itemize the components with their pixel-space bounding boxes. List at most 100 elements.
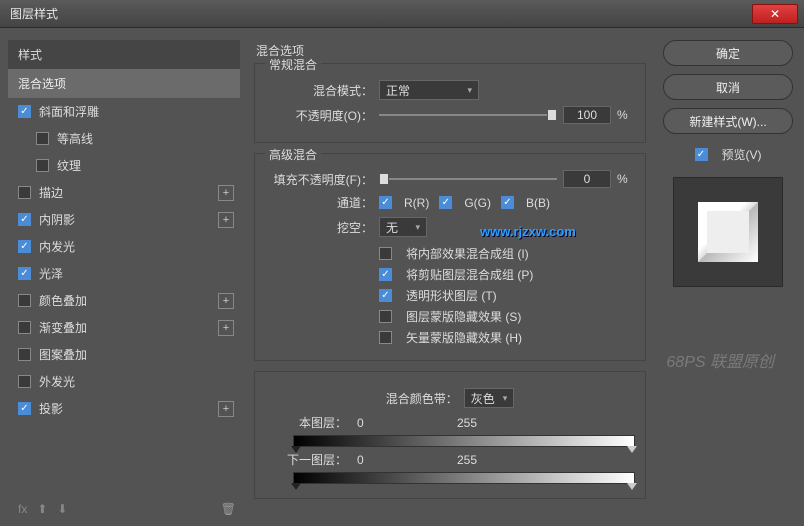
titlebar: 图层样式 ✕ [0,0,804,28]
normal-blend-legend: 常规混合 [265,56,321,73]
style-row-2[interactable]: 纹理 [8,152,240,179]
preview-checkbox[interactable] [695,148,708,161]
style-row-1[interactable]: 等高线 [8,125,240,152]
blend-mode-label: 混合模式： [265,82,373,99]
style-row-9[interactable]: 图案叠加 [8,341,240,368]
option-checkbox[interactable] [379,247,392,260]
blend-if-group: 混合颜色带： 灰色▾ 本图层： 0 255 下一图层： 0 255 [254,371,646,499]
styles-header: 样式 [8,40,240,69]
channel-checkbox[interactable] [501,196,514,209]
fill-opacity-label: 填充不透明度(F)： [265,171,373,188]
advanced-blend-group: 高级混合 填充不透明度(F)： 0 % 通道： R(R)G(G)B(B) 挖空：… [254,153,646,361]
this-layer-gradient[interactable] [293,435,635,447]
style-label: 颜色叠加 [39,292,87,309]
blend-mode-select[interactable]: 正常▾ [379,80,479,100]
style-row-11[interactable]: 投影+ [8,395,240,422]
channel-label: B(B) [526,196,550,210]
style-label: 光泽 [39,265,63,282]
down-icon[interactable]: ⬇ [57,502,67,516]
under-layer-low: 0 [357,453,387,467]
style-checkbox[interactable] [18,240,31,253]
style-checkbox[interactable] [18,294,31,307]
cancel-button[interactable]: 取消 [663,74,793,100]
knockout-label: 挖空： [265,219,373,236]
option-label: 将内部效果混合成组 (I) [406,245,529,262]
blending-options-row[interactable]: 混合选项 [8,69,240,98]
fill-opacity-unit: % [617,172,635,186]
opacity-slider[interactable] [379,108,557,122]
style-checkbox[interactable] [18,186,31,199]
blend-if-select[interactable]: 灰色▾ [464,388,515,408]
add-icon[interactable]: + [218,293,234,309]
this-layer-label: 本图层： [265,414,347,431]
style-checkbox[interactable] [18,321,31,334]
window-title: 图层样式 [0,5,58,22]
channel-label: R(R) [404,196,429,210]
style-checkbox[interactable] [18,402,31,415]
option-label: 图层蒙版隐藏效果 (S) [406,308,521,325]
style-label: 描边 [39,184,63,201]
style-row-10[interactable]: 外发光 [8,368,240,395]
add-icon[interactable]: + [218,401,234,417]
new-style-button[interactable]: 新建样式(W)... [663,108,793,134]
option-label: 将剪贴图层混合成组 (P) [406,266,533,283]
blend-if-label: 混合颜色带： [386,390,458,407]
option-checkbox[interactable] [379,289,392,302]
style-label: 内发光 [39,238,75,255]
opacity-label: 不透明度(O)： [265,107,373,124]
styles-panel: 样式 混合选项 斜面和浮雕等高线纹理描边 + 内阴影 + 内发光光泽颜色叠加 + 渐变叠加 +… [8,40,240,518]
ok-button[interactable]: 确定 [663,40,793,66]
style-label: 图案叠加 [39,346,87,363]
fill-opacity-value[interactable]: 0 [563,170,611,188]
add-icon[interactable]: + [218,320,234,336]
style-row-0[interactable]: 斜面和浮雕 [8,98,240,125]
preview-thumbnail [673,177,783,287]
fill-opacity-slider[interactable] [379,172,557,186]
style-label: 渐变叠加 [39,319,87,336]
style-checkbox[interactable] [18,348,31,361]
style-label: 等高线 [57,130,93,147]
under-layer-label: 下一图层： [265,451,347,468]
option-checkbox[interactable] [379,331,392,344]
style-checkbox[interactable] [18,267,31,280]
add-icon[interactable]: + [218,212,234,228]
under-layer-gradient[interactable] [293,472,635,484]
normal-blend-group: 常规混合 混合模式： 正常▾ 不透明度(O)： 100 % [254,63,646,143]
style-row-8[interactable]: 渐变叠加 + [8,314,240,341]
options-panel: 混合选项 常规混合 混合模式： 正常▾ 不透明度(O)： 100 % 高级混合 … [250,40,650,518]
option-label: 透明形状图层 (T) [406,287,497,304]
knockout-select[interactable]: 无▾ [379,217,427,237]
advanced-blend-legend: 高级混合 [265,146,321,163]
option-label: 矢量蒙版隐藏效果 (H) [406,329,522,346]
add-icon[interactable]: + [218,185,234,201]
channel-checkbox[interactable] [439,196,452,209]
styles-footer: fx ⬆ ⬇ 🗑 [18,502,236,516]
style-checkbox[interactable] [18,105,31,118]
channel-label: 通道： [265,194,373,211]
trash-icon[interactable]: 🗑 [221,502,236,516]
style-checkbox[interactable] [18,213,31,226]
style-row-4[interactable]: 内阴影 + [8,206,240,233]
preview-label: 预览(V) [722,146,762,163]
style-row-5[interactable]: 内发光 [8,233,240,260]
option-checkbox[interactable] [379,268,392,281]
channel-checkbox[interactable] [379,196,392,209]
up-icon[interactable]: ⬆ [37,502,47,516]
style-row-3[interactable]: 描边 + [8,179,240,206]
under-layer-high: 255 [457,453,477,467]
opacity-value[interactable]: 100 [563,106,611,124]
style-row-6[interactable]: 光泽 [8,260,240,287]
watermark-text: www.rjzxw.com [480,224,576,239]
style-checkbox[interactable] [36,159,49,172]
option-checkbox[interactable] [379,310,392,323]
style-row-7[interactable]: 颜色叠加 + [8,287,240,314]
close-button[interactable]: ✕ [752,4,798,24]
buttons-panel: 确定 取消 新建样式(W)... 预览(V) [660,40,796,518]
fx-label[interactable]: fx [18,502,27,516]
style-label: 内阴影 [39,211,75,228]
style-label: 外发光 [39,373,75,390]
this-layer-low: 0 [357,416,387,430]
style-label: 斜面和浮雕 [39,103,99,120]
style-checkbox[interactable] [18,375,31,388]
style-checkbox[interactable] [36,132,49,145]
